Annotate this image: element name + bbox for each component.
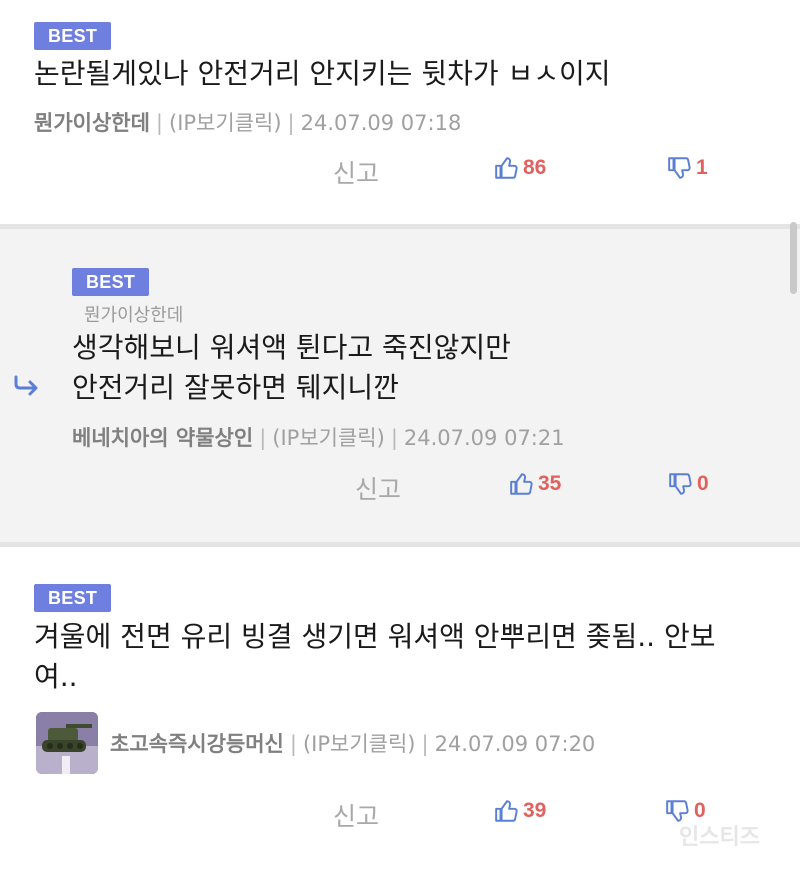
comment-meta: 베네치아의 약물상인 | (IP보기클릭) | 24.07.09 07:21 [72, 422, 565, 452]
thumbs-down-icon [669, 473, 692, 495]
comment-timestamp: 24.07.09 07:21 [403, 426, 565, 450]
comment-text-line: 여.. [34, 660, 78, 693]
comment-timestamp: 24.07.09 07:20 [434, 732, 596, 756]
downvote-count: 0 [697, 472, 709, 495]
comment-text-line: 논란될게있나 안전거리 안지키는 뒷차가 ㅂㅅ이지 [34, 57, 611, 90]
comment-timestamp: 24.07.09 07:18 [300, 111, 462, 135]
reply-arrow-icon [14, 375, 38, 396]
ip-view-link[interactable]: (IP보기클릭) [272, 426, 385, 450]
avatar[interactable] [36, 712, 98, 774]
author-nickname[interactable]: 뭔가이상한데 [34, 111, 150, 135]
downvote-button[interactable]: 1 [667, 155, 708, 181]
upvote-count: 86 [523, 156, 547, 179]
meta-separator: | [421, 732, 429, 756]
report-button[interactable]: 신고 [333, 797, 379, 833]
best-badge: BEST [34, 22, 112, 50]
upvote-button[interactable]: 35 [509, 471, 561, 497]
comment-item-reply: BEST 뭔가이상한데 생각해보니 워셔액 튄다고 죽진않지만 안전거리 잘못하… [0, 229, 800, 542]
best-badge: BEST [72, 268, 150, 296]
thumbs-up-icon [510, 473, 533, 495]
comment-text-line: 겨울에 전면 유리 빙결 생기면 워셔액 안뿌리면 좆됨.. 안보 [34, 620, 716, 653]
meta-separator: | [390, 426, 398, 450]
thumbs-up-icon [495, 157, 518, 179]
upvote-button[interactable]: 86 [494, 155, 546, 181]
meta-separator: | [259, 426, 267, 450]
upvote-count: 39 [523, 799, 547, 822]
report-button[interactable]: 신고 [355, 470, 401, 506]
comment-text-line: 생각해보니 워셔액 튄다고 죽진않지만 [72, 331, 511, 364]
watermark: 인스티즈 [679, 825, 760, 850]
downvote-count: 1 [696, 156, 708, 179]
comment-text-line: 안전거리 잘못하면 뒈지니깐 [72, 371, 399, 404]
thumbs-up-icon [495, 800, 518, 822]
downvote-button[interactable]: 0 [668, 471, 709, 497]
comment-item: BEST 논란될게있나 안전거리 안지키는 뒷차가 ㅂㅅ이지 뭔가이상한데 | (I… [0, 0, 800, 224]
avatar-tank-image [36, 712, 98, 774]
meta-separator: | [155, 111, 163, 135]
reply-to-nickname: 뭔가이상한데 [84, 305, 184, 326]
comment-meta: 뭔가이상한데 | (IP보기클릭) | 24.07.09 07:18 [34, 107, 461, 137]
author-nickname[interactable]: 초고속즉시강등머신 [110, 732, 284, 756]
report-button[interactable]: 신고 [333, 154, 379, 190]
comment-text: 겨울에 전면 유리 빙결 생기면 워셔액 안뿌리면 좆됨.. 안보 여.. [34, 617, 716, 697]
best-badge: BEST [34, 584, 112, 612]
ip-view-link[interactable]: (IP보기클릭) [303, 732, 416, 756]
comment-meta: 초고속즉시강등머신 | (IP보기클릭) | 24.07.09 07:20 [110, 728, 595, 758]
comment-text: 논란될게있나 안전거리 안지키는 뒷차가 ㅂㅅ이지 [34, 54, 611, 94]
thumbs-down-icon [668, 157, 691, 179]
upvote-button[interactable]: 39 [494, 798, 546, 824]
comment-text: 생각해보니 워셔액 튄다고 죽진않지만 안전거리 잘못하면 뒈지니깐 [72, 328, 511, 408]
scrollbar-thumb[interactable] [790, 222, 797, 294]
meta-separator: | [287, 111, 295, 135]
ip-view-link[interactable]: (IP보기클릭) [169, 111, 282, 135]
meta-separator: | [289, 732, 297, 756]
author-nickname[interactable]: 베네치아의 약물상인 [72, 426, 253, 450]
upvote-count: 35 [538, 472, 562, 495]
